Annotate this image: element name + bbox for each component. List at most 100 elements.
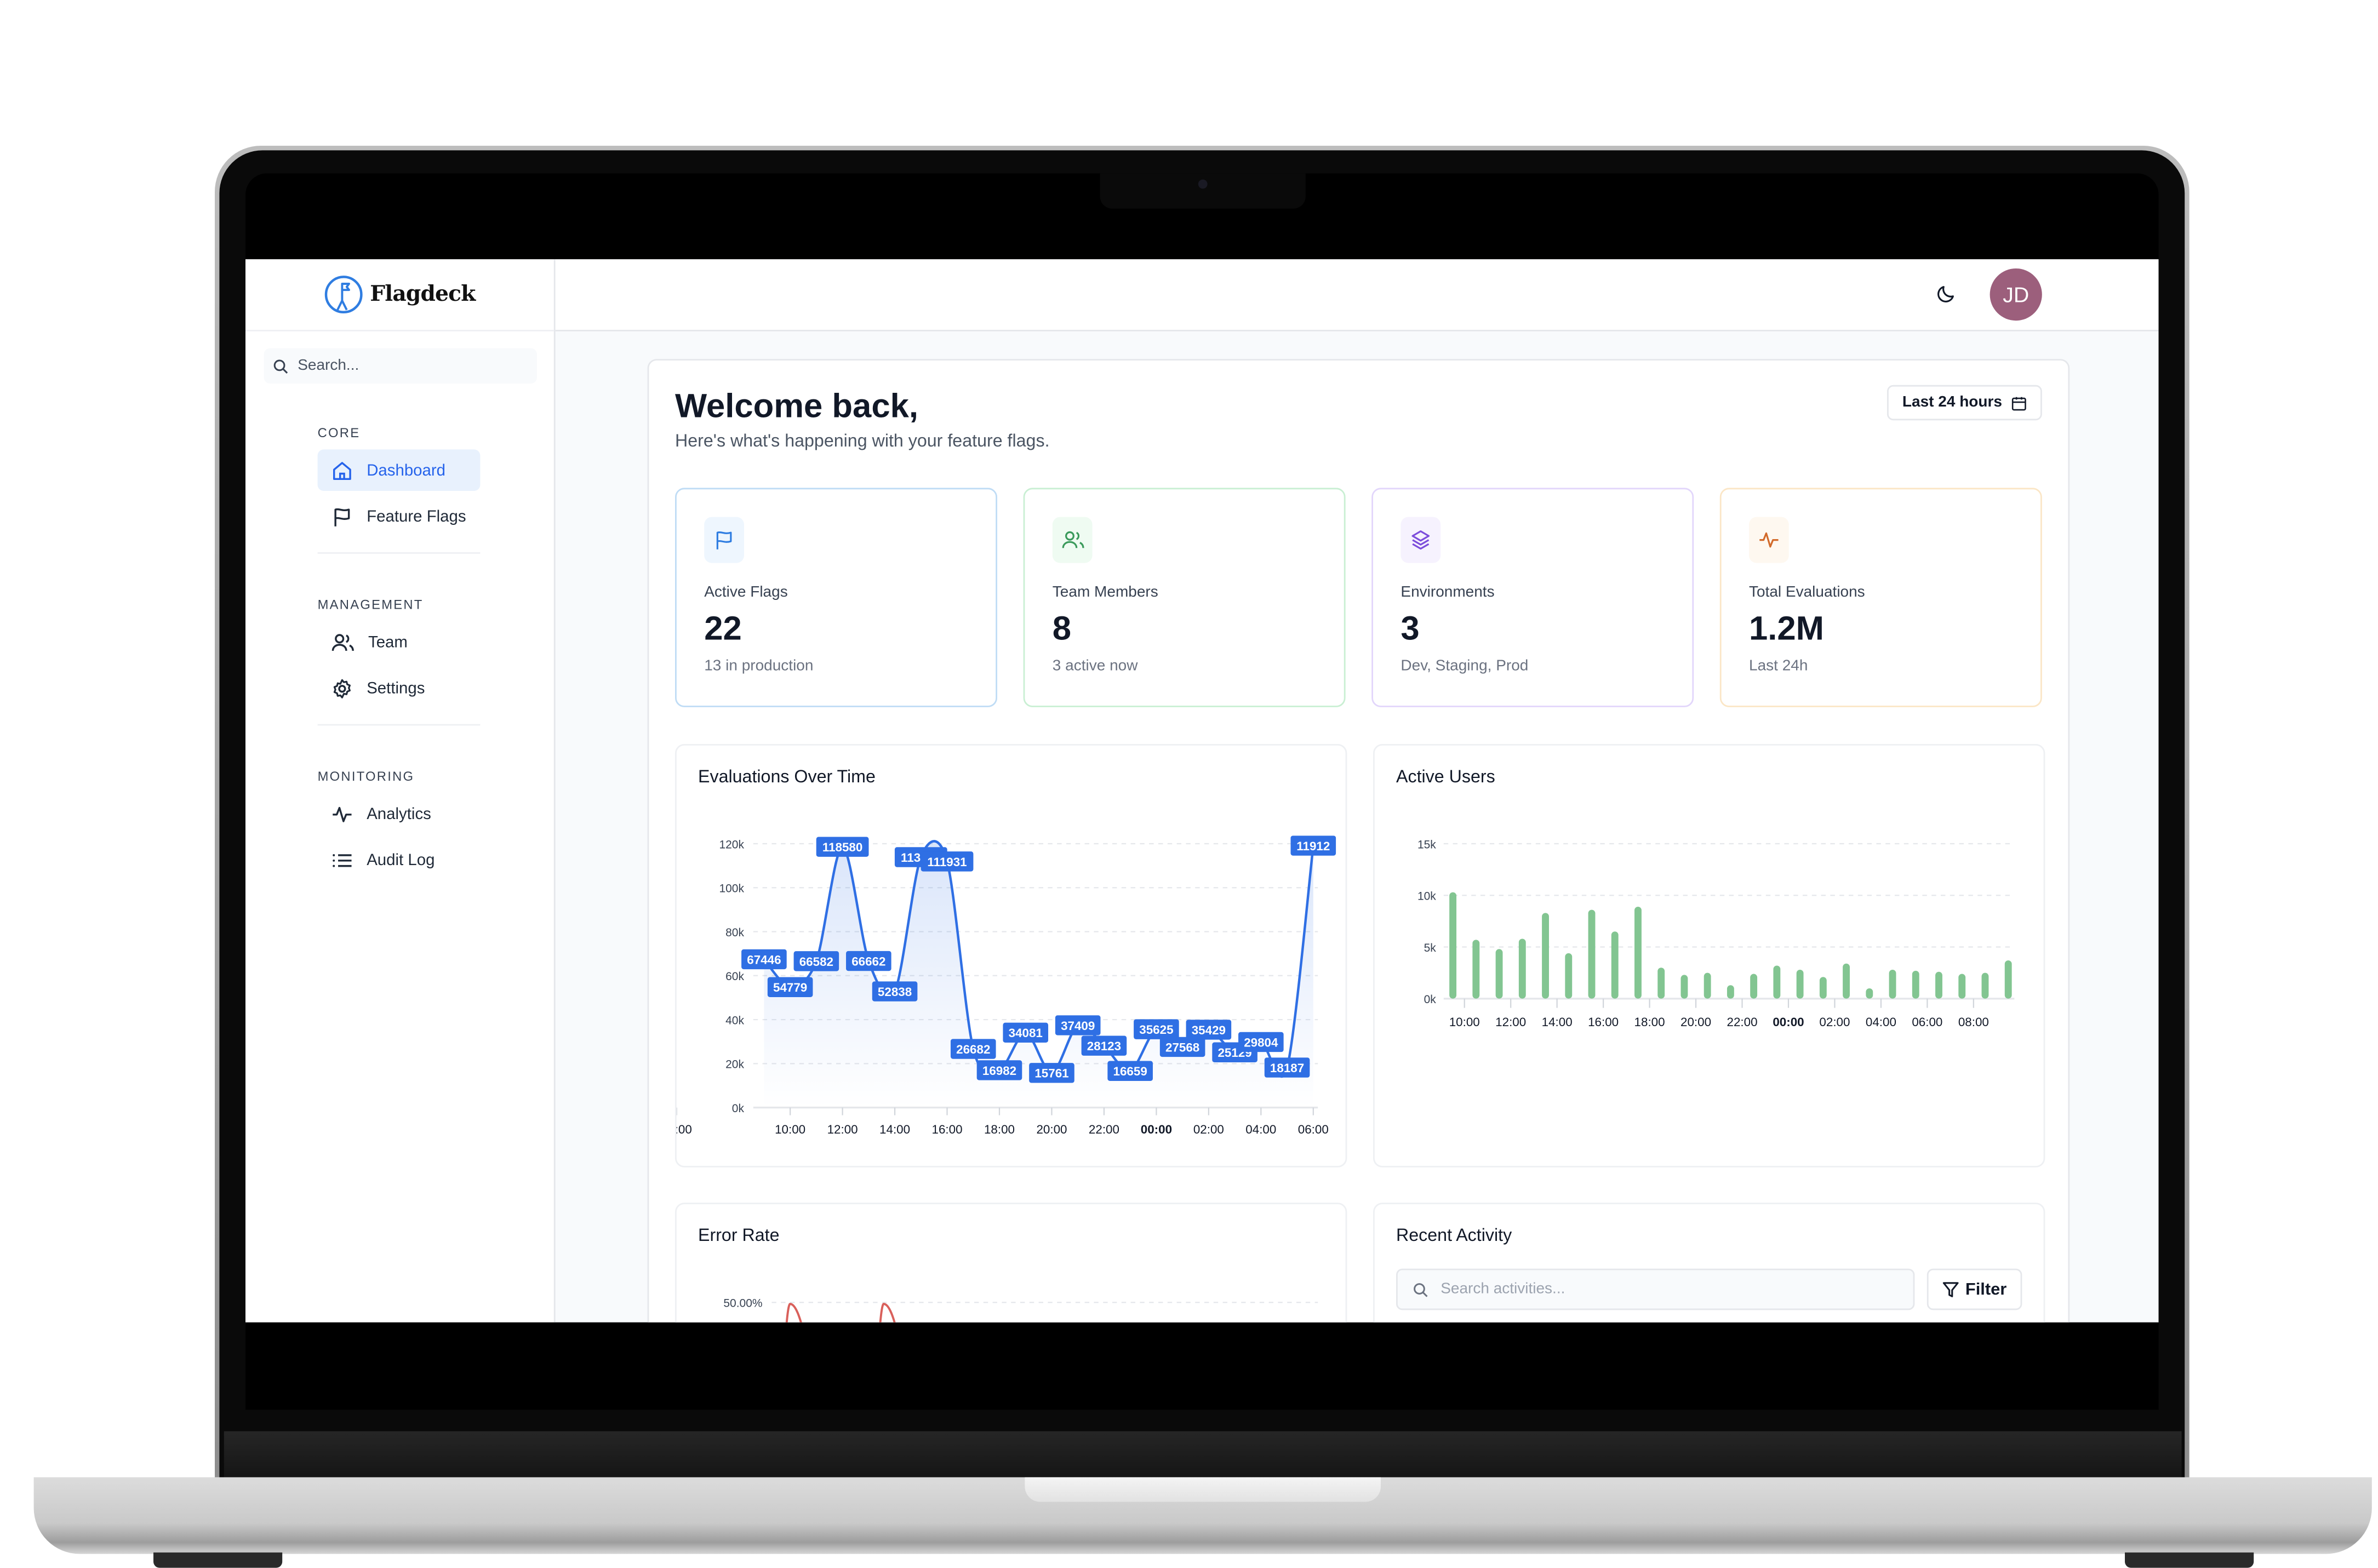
stat-card-environments[interactable]: Environments 3 Dev, Staging, Prod [1371, 488, 1694, 707]
x-tick-label: 18:00 [1634, 1015, 1665, 1029]
data-label-text: 35625 [1139, 1023, 1173, 1037]
data-label: 16982 [976, 1060, 1022, 1080]
bar [1657, 968, 1665, 999]
data-label-text: 26682 [956, 1043, 990, 1056]
series-line [785, 1303, 896, 1323]
data-label: 27568 [1159, 1037, 1205, 1057]
data-label-text: 66662 [851, 954, 885, 968]
activity-icon [1759, 532, 1779, 548]
card-title: Recent Activity [1396, 1227, 1512, 1246]
sidebar-item-label: Team [368, 633, 408, 651]
y-tick-label: 120k [719, 838, 744, 851]
data-label: 54779 [767, 977, 813, 997]
stat-label: Total Evaluations [1749, 584, 1865, 602]
laptop-foot-right [2125, 1552, 2254, 1568]
error-rate-chart: 50.00% [723, 1297, 1318, 1323]
laptop-chin [224, 1431, 2182, 1480]
brand[interactable]: Flagdeck [245, 259, 554, 331]
data-label-text: 29804 [1244, 1035, 1278, 1049]
flag-icon [716, 531, 732, 550]
x-tick-label: 14:00 [1542, 1015, 1573, 1029]
stat-sub: Dev, Staging, Prod [1400, 658, 1529, 675]
data-label-text: 37409 [1061, 1019, 1095, 1033]
x-tick-label: 16:00 [932, 1123, 963, 1136]
bar [1634, 907, 1642, 999]
x-tick-label: 00:00 [1141, 1123, 1172, 1136]
data-label-text: 52838 [878, 985, 912, 999]
data-label: 15761 [1029, 1063, 1074, 1083]
x-tick-label: 02:00 [1193, 1123, 1224, 1136]
stat-card-team-members[interactable]: Team Members 8 3 active now [1023, 488, 1346, 707]
data-label-text: 16659 [1113, 1065, 1147, 1078]
data-label-text: 66582 [799, 955, 833, 969]
date-range-label: Last 24 hours [1902, 394, 2002, 411]
bar [1796, 970, 1804, 999]
bar [1912, 970, 1919, 999]
data-label: 37409 [1055, 1015, 1101, 1035]
avatar[interactable]: JD [1990, 268, 2042, 321]
y-tick-label: 60k [725, 970, 744, 983]
sidebar-item-analytics[interactable]: Analytics [318, 793, 481, 835]
x-tick-label: 10:00 [775, 1123, 805, 1136]
filter-button[interactable]: Filter [1927, 1268, 2022, 1311]
sidebar-item-audit-log[interactable]: Audit Log [318, 839, 481, 881]
sidebar-item-label: Dashboard [367, 461, 446, 479]
moon-icon[interactable] [1936, 284, 1956, 304]
stats-row: Active Flags 22 13 in production Team Me… [675, 488, 2042, 707]
stat-label: Team Members [1052, 584, 1158, 602]
activity-icon [333, 806, 352, 822]
x-tick-label: 14:00 [879, 1123, 910, 1136]
data-label: 28123 [1081, 1035, 1127, 1056]
sidebar-item-label: Analytics [367, 804, 431, 823]
bar [1750, 974, 1758, 999]
page-title: Welcome back, [675, 386, 918, 425]
x-tick-label: 06:00 [1912, 1015, 1942, 1029]
stat-sub: 3 active now [1052, 658, 1138, 675]
laptop-base [33, 1477, 2372, 1554]
section-label-core: CORE [317, 425, 361, 440]
x-tick-label: 22:00 [1727, 1015, 1757, 1029]
bar [1565, 953, 1573, 999]
flagdeck-logo-icon [325, 276, 363, 314]
sidebar-item-feature-flags[interactable]: Feature Flags [318, 495, 481, 537]
sidebar-search-placeholder: Search... [298, 357, 359, 375]
data-label: 52838 [872, 981, 918, 1002]
app-window: Flagdeck Search... CORE Dashboard Featur… [245, 259, 2159, 1323]
x-tick-label: 16:00 [1588, 1015, 1619, 1029]
page-subtitle: Here's what's happening with your featur… [675, 432, 1050, 451]
sidebar-item-dashboard[interactable]: Dashboard [317, 449, 481, 491]
x-tick-label: 08:00 [1958, 1015, 1989, 1029]
layers-icon [1411, 530, 1430, 550]
date-range-button[interactable]: Last 24 hours [1887, 385, 2042, 421]
calendar-icon [2011, 396, 2026, 410]
bar [1843, 963, 1850, 999]
stat-sub: 13 in production [704, 658, 814, 675]
stat-value: 3 [1400, 609, 1420, 648]
data-label-text: 111931 [927, 855, 967, 869]
topbar: JD [555, 259, 2159, 331]
activity-search-input[interactable]: Search activities... [1396, 1268, 1915, 1311]
activity-search-placeholder: Search activities... [1440, 1281, 1565, 1298]
y-tick-label: 0k [1424, 993, 1437, 1006]
stat-card-total-evaluations[interactable]: Total Evaluations 1.2M Last 24h [1719, 488, 2042, 707]
data-label: 35429 [1186, 1020, 1232, 1040]
sidebar-item-team[interactable]: Team [318, 621, 481, 663]
users-icon [1061, 531, 1084, 548]
bar [1819, 977, 1827, 999]
flag-icon [334, 507, 350, 526]
data-label-text: 15761 [1034, 1067, 1068, 1080]
sidebar-search-input[interactable]: Search... [264, 348, 537, 384]
bar [1981, 972, 1989, 999]
stat-value: 8 [1052, 609, 1072, 648]
bar [1472, 940, 1480, 999]
y-tick-label: 50.00% [723, 1297, 762, 1310]
search-icon [1414, 1282, 1428, 1297]
active-users-chart-card: Active Users 0k 5k 10k 15k 10:00 12:00 14:00 16… [1373, 744, 2045, 1168]
data-label-text: 34081 [1009, 1026, 1043, 1040]
data-label: 66582 [793, 951, 839, 971]
y-tick-label: 15k [1417, 838, 1436, 851]
stat-label: Environments [1400, 584, 1495, 602]
stat-card-active-flags[interactable]: Active Flags 22 13 in production [675, 488, 997, 707]
sidebar-item-settings[interactable]: Settings [318, 667, 481, 709]
data-label: 35625 [1134, 1019, 1179, 1039]
